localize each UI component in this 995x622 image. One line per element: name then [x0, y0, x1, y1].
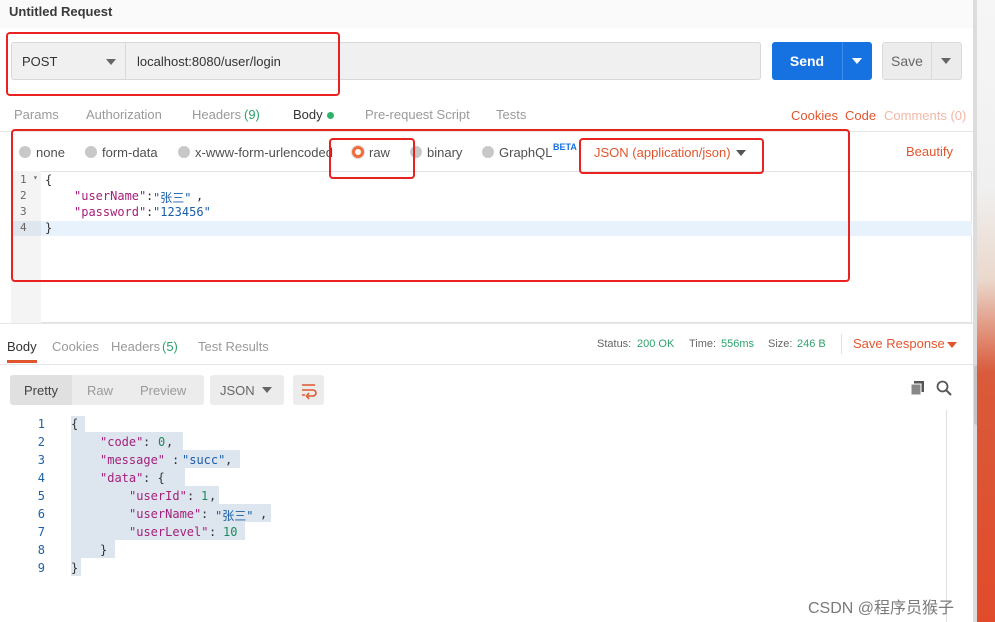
json-comma: ,	[166, 435, 174, 449]
json-brace: }	[100, 543, 108, 557]
copy-icon[interactable]	[910, 380, 926, 399]
pretty-button[interactable]: Pretty	[24, 383, 58, 398]
send-button[interactable]: Send	[772, 42, 842, 80]
preview-button[interactable]: Preview	[140, 383, 186, 398]
tab-body[interactable]: Body	[293, 107, 323, 122]
divider	[0, 364, 973, 365]
send-options-button[interactable]	[842, 42, 872, 80]
search-icon[interactable]	[936, 380, 952, 399]
line-number: 8	[37, 543, 45, 557]
json-value: 1	[201, 489, 209, 503]
title-bar	[0, 0, 973, 28]
chevron-down-icon	[852, 58, 862, 64]
wrap-icon	[302, 384, 317, 400]
request-title: Untitled Request	[9, 4, 113, 19]
tab-headers[interactable]: Headers	[192, 107, 241, 122]
size-value: 246 B	[797, 338, 826, 350]
body-modified-dot	[327, 112, 334, 119]
line-number: 4	[37, 471, 45, 485]
response-tab-cookies[interactable]: Cookies	[52, 339, 99, 354]
response-format-select[interactable]: JSON	[210, 375, 284, 405]
line-number: 5	[37, 489, 45, 503]
json-brace: }	[71, 561, 79, 575]
response-tab-headers[interactable]: Headers	[111, 339, 160, 354]
status-label: Status:	[597, 338, 632, 350]
json-comma: ,	[225, 453, 233, 467]
time-label: Time:	[689, 338, 717, 350]
json-colon: :	[209, 525, 217, 539]
divider	[841, 334, 842, 354]
line-number: 6	[37, 507, 45, 521]
wrap-lines-button[interactable]	[293, 375, 324, 405]
annotation-box-body	[11, 129, 850, 282]
headers-count: (9)	[244, 107, 260, 122]
response-scrollbar-track[interactable]	[946, 410, 947, 622]
line-number: 1	[37, 417, 45, 431]
json-key: "userId"	[129, 489, 187, 503]
selection-highlight	[71, 540, 115, 558]
json-key: "userName"	[129, 507, 202, 521]
tab-authorization[interactable]: Authorization	[86, 107, 162, 122]
line-number: 3	[37, 453, 45, 467]
json-key: "userLevel"	[129, 525, 209, 539]
json-key: "code"	[100, 435, 144, 449]
response-headers-count: (5)	[162, 339, 178, 354]
save-response-button[interactable]: Save Response	[853, 336, 945, 351]
save-button[interactable]: Save	[882, 42, 932, 80]
desktop-background-edge	[977, 0, 995, 622]
chevron-down-icon	[947, 342, 957, 348]
json-colon: :	[201, 507, 209, 521]
annotation-box-url	[6, 32, 340, 96]
json-colon: :	[143, 435, 151, 449]
comments-link[interactable]: Comments (0)	[884, 108, 966, 123]
postman-window: Untitled Request POST localhost:8080/use…	[0, 0, 995, 622]
cookies-link[interactable]: Cookies	[791, 108, 838, 123]
json-value: "succ"	[182, 453, 226, 467]
watermark: CSDN @程序员猴子	[808, 600, 955, 617]
line-number: 2	[37, 435, 45, 449]
time-value: 556ms	[721, 338, 755, 350]
line-number: 9	[37, 561, 45, 575]
json-key: "data"	[100, 471, 144, 485]
code-link[interactable]: Code	[845, 108, 876, 123]
line-number: 7	[37, 525, 45, 539]
json-value: "张三"	[215, 509, 254, 523]
json-colon: :	[172, 453, 180, 467]
json-colon: : {	[143, 471, 165, 485]
response-tab-body[interactable]: Body	[7, 339, 37, 354]
status-value: 200 OK	[637, 338, 675, 350]
tab-prerequest-script[interactable]: Pre-request Script	[365, 107, 470, 122]
tab-tests[interactable]: Tests	[496, 107, 526, 122]
active-tab-indicator	[7, 360, 37, 363]
raw-button[interactable]: Raw	[87, 383, 113, 398]
response-tab-test-results[interactable]: Test Results	[198, 339, 269, 354]
save-options-button[interactable]	[932, 42, 962, 80]
view-mode-group: Pretty Raw Preview	[10, 375, 204, 405]
json-colon: :	[187, 489, 195, 503]
size-label: Size:	[768, 338, 793, 350]
divider	[0, 323, 973, 324]
response-format-value: JSON	[220, 383, 255, 398]
json-value: 0	[158, 435, 166, 449]
chevron-down-icon	[941, 58, 951, 64]
json-brace: {	[71, 417, 79, 431]
json-key: "message"	[100, 453, 166, 467]
json-value: 10	[223, 525, 238, 539]
tab-params[interactable]: Params	[14, 107, 59, 122]
chevron-down-icon	[262, 387, 272, 393]
beautify-button[interactable]: Beautify	[906, 144, 953, 159]
json-comma: ,	[209, 489, 217, 503]
json-comma: ,	[260, 507, 268, 521]
